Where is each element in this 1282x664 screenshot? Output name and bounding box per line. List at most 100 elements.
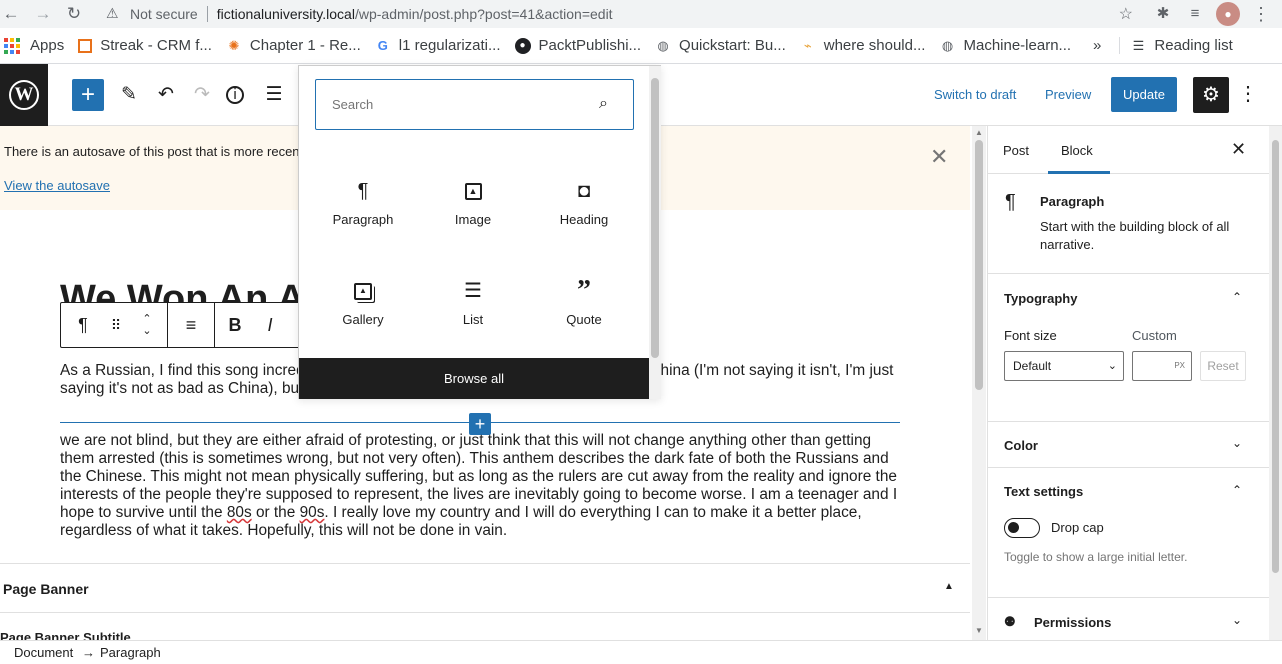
pencil-tools-icon[interactable]: ✎ [117,83,141,107]
bookmark-chapter-1[interactable]: ✺ Chapter 1 - Re... [226,37,360,54]
chevron-down-icon[interactable]: ⌄ [1232,436,1242,450]
extensions-puzzle-icon[interactable]: ✱ [1152,3,1174,25]
undo-icon[interactable]: ↶ [154,83,178,107]
breadcrumb-document[interactable]: Document [14,645,73,660]
search-placeholder: Search [332,97,374,112]
permissions-panel[interactable]: ⚉ Permissions ⌄ [988,598,1269,640]
wordpress-logo[interactable]: W [0,64,48,126]
list-view-icon[interactable]: ☰ [262,83,286,107]
text-settings-title[interactable]: Text settings [1004,484,1083,499]
reload-icon[interactable]: ↻ [63,3,85,25]
scroll-thumb[interactable] [975,140,983,390]
info-icon[interactable]: i [226,86,244,104]
metabox-title: Page Banner [3,581,89,597]
close-sidebar-icon[interactable]: ✕ [1231,139,1246,160]
block-item-paragraph[interactable]: ¶ Paragraph [308,178,418,238]
gear-icon: ✺ [228,37,240,53]
block-item-image[interactable]: ▲ Image [418,178,528,238]
block-inserter-toggle[interactable]: + [72,79,104,111]
block-card: ¶ Paragraph Start with the building bloc… [988,174,1269,274]
font-size-select[interactable]: Default ⌄ [1004,351,1124,381]
move-up-down-icon[interactable]: ⌃ ⌄ [127,303,167,347]
reading-list[interactable]: ☰ Reading list [1119,37,1233,54]
bookmark-streak[interactable]: Streak - CRM f... [78,37,212,54]
browse-all-button[interactable]: Browse all [299,358,649,399]
bookmark-where-should[interactable]: ⌁ where should... [800,37,926,54]
google-icon: G [377,37,388,53]
block-description: Start with the building block of all nar… [1040,219,1230,252]
editor-scrollbar[interactable]: ▲ ▼ [972,126,986,640]
block-item-list[interactable]: ☰ List [418,278,528,338]
update-button[interactable]: Update [1111,77,1177,112]
profile-avatar[interactable]: ● [1216,2,1240,26]
bold-icon[interactable]: B [215,303,255,347]
security-label: Not secure [130,5,198,22]
bookmark-apps[interactable]: Apps [4,37,64,54]
back-arrow-icon[interactable]: ← [0,3,22,25]
github-icon: ● [514,37,531,54]
more-options-icon[interactable]: ⋮ [1238,82,1258,106]
block-toolbar: ¶ ⠿ ⌃ ⌄ ≡ B I [60,302,310,348]
paragraph-block-selected[interactable]: we are not blind, but they are either af… [60,432,902,540]
block-item-heading[interactable]: ◘ Heading [529,178,639,238]
paragraph-icon: ¶ [1005,191,1016,213]
view-autosave-link[interactable]: View the autosave [4,178,110,193]
scroll-down-icon[interactable]: ▼ [975,626,983,635]
address-bar[interactable]: ⚠ Not secure fictionaluniversity.local /… [98,0,1143,27]
forward-arrow-icon[interactable]: → [32,3,54,25]
image-icon: ▲ [418,178,528,204]
color-panel[interactable]: Color ⌄ [988,422,1269,468]
reading-list-icon: ☰ [1132,37,1145,53]
settings-gear-icon[interactable]: ⚙ [1193,77,1229,113]
typography-panel: Typography ⌃ [988,274,1269,422]
block-item-quote[interactable]: ” Quote [529,277,639,338]
block-inserter-popover: Search ⌕ ¶ Paragraph ▲ Image ◘ Heading ▲… [298,65,661,399]
settings-sidebar: Post Block ✕ ¶ Paragraph Start with the … [987,126,1269,640]
streak-icon [78,38,93,53]
drop-cap-toggle[interactable] [1004,518,1040,538]
bookmark-l1-regularization[interactable]: G l1 regularizati... [375,37,501,54]
tab-post[interactable]: Post [1003,143,1029,158]
align-left-icon[interactable]: ≡ [168,303,214,347]
chevron-up-icon[interactable]: ⌃ [1232,483,1242,497]
page-banner-metabox[interactable]: Page Banner ▲ [0,563,970,613]
color-title: Color [1004,438,1038,453]
bookmark-icon: ⌁ [803,37,812,53]
block-item-gallery[interactable]: ▲ Gallery [308,278,418,338]
reset-button[interactable]: Reset [1200,351,1246,381]
drag-handle-icon[interactable]: ⠿ [105,303,127,347]
switch-to-draft-button[interactable]: Switch to draft [934,87,1016,102]
paragraph-icon: ¶ [357,180,369,202]
paragraph-icon[interactable]: ¶ [61,303,105,347]
bookmark-machine-learn[interactable]: ◍ Machine-learn... [939,37,1071,54]
typography-title[interactable]: Typography [1004,291,1077,306]
chevron-up-icon[interactable]: ⌃ [1232,290,1242,304]
wordpress-icon: W [9,80,39,110]
drop-cap-help: Toggle to show a large initial letter. [1004,550,1188,564]
tab-block[interactable]: Block [1061,143,1093,158]
globe-icon: ◍ [941,37,954,53]
caret-up-icon[interactable]: ▲ [944,581,954,592]
more-bookmarks[interactable]: » [1093,37,1101,54]
inserter-scrollbar[interactable] [649,66,661,399]
preview-button[interactable]: Preview [1045,87,1091,102]
chevron-down-icon[interactable]: ⌄ [1232,613,1242,627]
sidebar-scrollbar[interactable] [1269,126,1282,640]
heading-icon: ◘ [577,180,591,202]
breadcrumb-paragraph[interactable]: Paragraph [100,645,161,660]
bookmark-quickstart[interactable]: ◍ Quickstart: Bu... [655,37,785,54]
block-search-input[interactable]: Search ⌕ [315,79,634,130]
redo-icon[interactable]: ↷ [190,83,214,107]
close-notice-icon[interactable]: ✕ [930,144,948,170]
scroll-up-icon[interactable]: ▲ [975,128,983,137]
custom-label: Custom [1132,328,1177,343]
apps-grid-icon [4,37,20,54]
bookmark-packt[interactable]: ● PacktPublishi... [514,37,641,54]
search-icon: ⌕ [599,95,608,112]
permissions-title: Permissions [1034,615,1112,630]
custom-size-input[interactable]: PX [1132,351,1192,381]
italic-icon[interactable]: I [255,303,285,347]
media-queue-icon[interactable]: ≡ [1184,3,1206,25]
browser-menu-icon[interactable]: ⋮ [1250,3,1272,25]
bookmark-star-icon[interactable]: ☆ [1119,4,1133,24]
